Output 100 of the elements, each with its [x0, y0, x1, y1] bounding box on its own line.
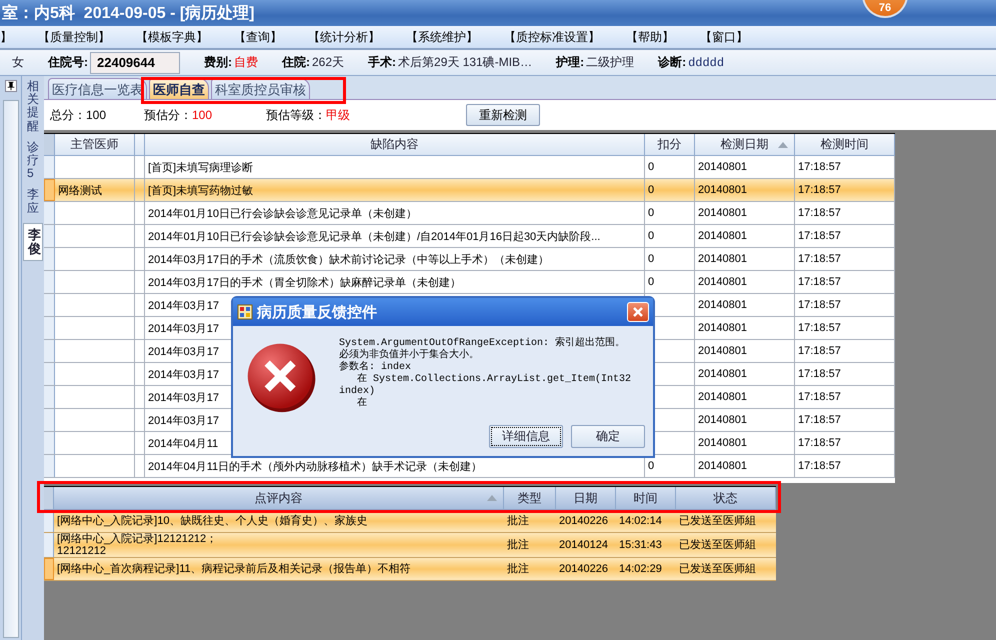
table-cell: 0 [645, 271, 695, 293]
close-button[interactable] [627, 302, 649, 322]
dialog-button[interactable]: 确定 [571, 424, 645, 448]
menu-item[interactable]: 【帮助】 [626, 28, 674, 46]
side-tab[interactable]: 李俊 [23, 222, 43, 262]
table-cell: 17:18:57 [795, 409, 895, 431]
field-label: 诊断: [658, 54, 686, 71]
side-tab[interactable]: 相关提醒 [27, 80, 39, 133]
side-tab[interactable]: 李应 [27, 188, 39, 215]
menu-item[interactable]: 【质量控制】 [38, 28, 110, 46]
row-header[interactable] [44, 363, 55, 385]
table-cell: 20140801 [695, 179, 795, 201]
tab[interactable]: 科室质控员审核 [211, 78, 310, 99]
table-cell: 20140801 [695, 156, 795, 178]
input-field[interactable]: 22409644 [90, 52, 180, 74]
message-line: 必须为非负值并小于集合大小。 [339, 350, 479, 361]
close-icon [632, 306, 644, 318]
table-cell: 20140801 [695, 202, 795, 224]
field-label: 住院: [282, 54, 310, 71]
table-cell: 20140801 [695, 317, 795, 339]
field-label: 费别: [204, 54, 232, 71]
column-header[interactable]: 时间 [616, 487, 676, 509]
pin-icon[interactable] [4, 80, 16, 92]
table-cell-text: 20140226 [558, 562, 609, 577]
row-header[interactable] [44, 432, 55, 454]
column-header[interactable]: 状态 [676, 487, 776, 509]
menu-item[interactable]: 【质控标准设置】 [504, 28, 600, 46]
row-header[interactable] [44, 271, 55, 293]
field-value: 自费 [234, 54, 258, 71]
row-header[interactable] [44, 386, 55, 408]
table-cell: 2014年03月17日的手术（流质饮食）缺术前讨论记录（中等以上手术）（未创建） [145, 248, 645, 270]
table-cell: 0 [645, 202, 695, 224]
menu-item[interactable]: 【系统维护】 [406, 28, 478, 46]
table-cell-text: 14:02:29 [618, 562, 663, 577]
scrollbar[interactable] [2, 100, 18, 638]
table-cell: 20140801 [695, 455, 795, 477]
column-header[interactable]: 点评内容 [54, 487, 504, 509]
field-value: 术后第29天 131碘-MIB… [398, 54, 532, 71]
field-value: 二级护理 [586, 54, 634, 71]
tab[interactable]: 医师自查 [149, 78, 209, 99]
table-cell-text: 已发送至医师組 [678, 538, 757, 553]
column-header[interactable]: 扣分 [645, 134, 695, 155]
column-header[interactable]: 缺陷内容 [145, 134, 645, 155]
column-header[interactable]: 检测时间 [795, 134, 895, 155]
table-cell-text: 14:02:14 [618, 514, 663, 529]
table-cell: 17:18:57 [795, 432, 895, 454]
column-header[interactable]: 日期 [556, 487, 616, 509]
total-score: 总分：100 [50, 106, 108, 124]
table-cell: 0 [645, 248, 695, 270]
table-cell: 17:18:57 [795, 202, 895, 224]
table-cell: 0 [645, 225, 695, 247]
menu-item[interactable]: 【窗口】 [700, 28, 748, 46]
field-value: 100 [192, 108, 212, 122]
row-header[interactable] [44, 248, 55, 270]
table-cell-text: [网络中心_入院记录]10、缺既往史、个人史（婚育史）、家族史 [56, 514, 368, 529]
field-label: 预估分： [144, 108, 192, 122]
table-cell: 0 [645, 156, 695, 178]
row-header[interactable] [44, 156, 55, 178]
column-header[interactable]: 检测日期 [695, 134, 795, 155]
row-header[interactable] [44, 225, 55, 247]
dialog-button[interactable]: 详细信息 [489, 424, 563, 448]
row-header[interactable] [44, 558, 54, 580]
message-line: 参数名: index [339, 362, 412, 373]
table-cell: 17:18:57 [795, 271, 895, 293]
table-cell: [首页]未填写病理诊断 [145, 156, 645, 178]
row-header[interactable] [44, 409, 55, 431]
table-cell: 20140801 [695, 386, 795, 408]
row-header[interactable] [44, 179, 55, 201]
table-cell: 17:18:57 [795, 156, 895, 178]
menu-item[interactable]: 【统计分析】 [308, 28, 380, 46]
table-cell-text: 20140124 [558, 538, 609, 553]
table-row[interactable]: [网络中心_首次病程记录]11、病程记录前后及相关记录（报告单）不相符 批注 20140226 14:02:29 已发送至医师組 [44, 558, 776, 581]
recheck-button[interactable]: 重新检测 [466, 104, 540, 126]
table-cell-text: 批注 [506, 514, 530, 529]
field-value: 262天 [312, 54, 344, 71]
table-row[interactable]: [网络中心_入院记录]12121212； 12121212 批注 20140124 15:31:43 已发送至医师組 [44, 533, 776, 558]
row-header[interactable] [44, 340, 55, 362]
sort-arrow-icon [778, 142, 788, 148]
row-header[interactable] [44, 533, 54, 557]
field-label: 住院号: [48, 54, 88, 71]
menu-item[interactable]: 【查询】 [234, 28, 282, 46]
table-cell: 2014年03月17日的手术（胃全切除术）缺麻醉记录单（未创建） [145, 271, 645, 293]
field-value: 甲级 [326, 108, 350, 122]
column-header[interactable]: 类型 [504, 487, 556, 509]
row-header[interactable] [44, 455, 55, 477]
menu-item[interactable]: 【模板字典】 [136, 28, 208, 46]
selected-row[interactable]: 网络测试 [首页]未填写药物过敏 0 20140801 17:18:57 [44, 179, 895, 202]
table-cell-text: 批注 [506, 562, 530, 577]
row-header[interactable] [44, 294, 55, 316]
table-cell: 网络测试 [55, 179, 135, 201]
menu-item[interactable]: 】 [0, 28, 12, 46]
message-line: 在 System.Collections.ArrayList.get_Item(Int32 [356, 374, 632, 386]
row-header[interactable] [44, 317, 55, 339]
table-cell-text: [网络中心_入院记录]12121212； 12121212 [56, 533, 218, 557]
table-cell: 20140801 [695, 363, 795, 385]
column-header[interactable]: 主管医师 [55, 134, 135, 155]
table-cell: 17:18:57 [795, 363, 895, 385]
side-tab[interactable]: 诊疗5 [27, 140, 39, 180]
row-header[interactable] [44, 202, 55, 224]
table-cell: 17:18:57 [795, 248, 895, 270]
